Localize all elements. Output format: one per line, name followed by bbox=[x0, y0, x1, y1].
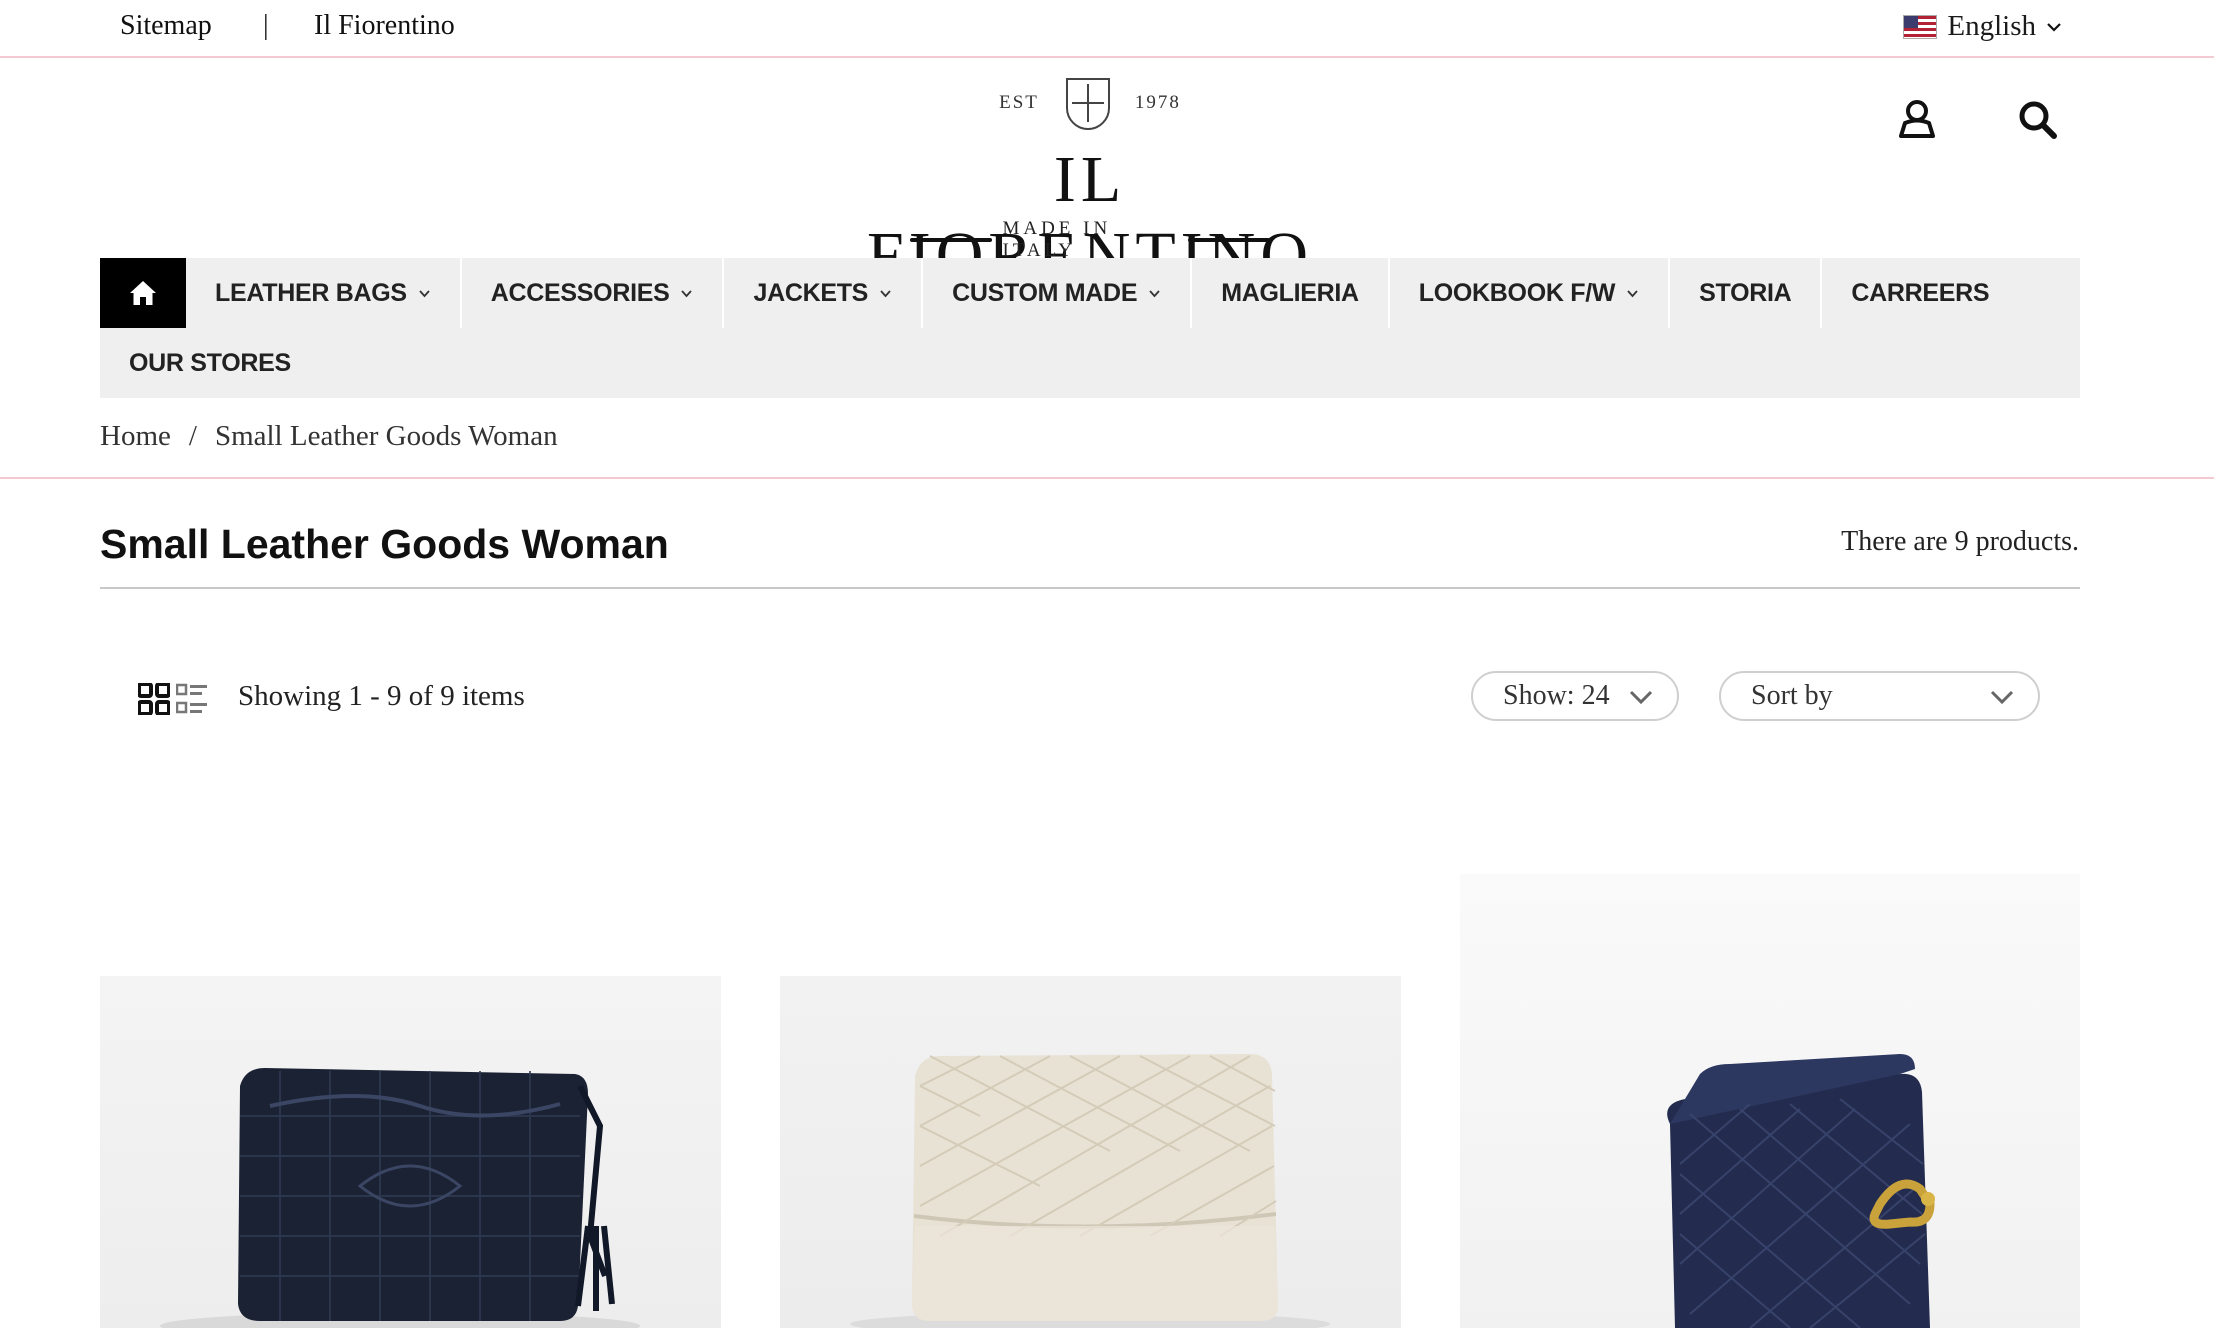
home-icon bbox=[130, 281, 156, 305]
main-nav: LEATHER BAGS ACCESSORIES JACKETS CUSTOM … bbox=[100, 258, 2080, 398]
sitemap-link[interactable]: Sitemap bbox=[120, 10, 212, 42]
divider bbox=[0, 477, 2214, 479]
chevron-down-icon bbox=[1990, 690, 2014, 704]
chevron-down-icon bbox=[681, 289, 693, 297]
brand-link[interactable]: Il Fiorentino bbox=[314, 10, 455, 42]
top-bar: Sitemap | Il Fiorentino English bbox=[0, 0, 2214, 58]
breadcrumb-current: Small Leather Goods Woman bbox=[214, 420, 558, 452]
breadcrumb-separator: / bbox=[188, 420, 197, 452]
logo-year: 1978 bbox=[1134, 92, 1181, 113]
chevron-down-icon bbox=[419, 289, 430, 297]
home-nav-button[interactable] bbox=[100, 258, 186, 328]
nav-label: STORIA bbox=[1699, 278, 1792, 307]
chevron-down-icon bbox=[1629, 690, 1653, 704]
language-selector[interactable]: English bbox=[1903, 10, 2062, 43]
chevron-down-icon bbox=[1149, 289, 1160, 297]
logo-est: EST bbox=[999, 92, 1039, 113]
search-icon[interactable] bbox=[2014, 96, 2062, 144]
nav-lookbook[interactable]: LOOKBOOK F/W bbox=[1390, 258, 1671, 328]
nav-label: CARREERS bbox=[1851, 278, 1990, 307]
nav-carreers[interactable]: CARREERS bbox=[1822, 258, 2018, 328]
nav-our-stores[interactable]: OUR STORES bbox=[100, 328, 320, 398]
nav-label: CUSTOM MADE bbox=[952, 278, 1138, 307]
language-label: English bbox=[1947, 10, 2036, 42]
product-image-quilted-clutch[interactable] bbox=[100, 976, 721, 1328]
showing-items-text: Showing 1 - 9 of 9 items bbox=[238, 680, 525, 712]
nav-label: ACCESSORIES bbox=[490, 278, 670, 307]
chevron-down-icon bbox=[2047, 22, 2061, 32]
site-logo[interactable]: EST 1978 IL FIORENTINO MADE IN ITALY bbox=[830, 70, 1350, 292]
user-icon[interactable] bbox=[1893, 96, 1941, 144]
title-divider bbox=[100, 587, 2080, 589]
topbar-separator: | bbox=[263, 10, 269, 41]
breadcrumb: Home / Small Leather Goods Woman bbox=[100, 420, 558, 453]
nav-storia[interactable]: STORIA bbox=[1670, 258, 1823, 328]
page-title: Small Leather Goods Woman bbox=[100, 521, 669, 567]
nav-label: OUR STORES bbox=[129, 348, 291, 377]
show-select-value: Show: 24 bbox=[1503, 680, 1610, 711]
list-view-icon[interactable] bbox=[175, 683, 208, 715]
chevron-down-icon bbox=[880, 289, 891, 297]
nav-leather-bags[interactable]: LEATHER BAGS bbox=[186, 258, 462, 328]
nav-accessories[interactable]: ACCESSORIES bbox=[462, 258, 725, 328]
nav-maglieria[interactable]: MAGLIERIA bbox=[1192, 258, 1390, 328]
chevron-down-icon bbox=[1627, 289, 1638, 297]
grid-view-icon[interactable] bbox=[137, 682, 171, 716]
nav-label: MAGLIERIA bbox=[1221, 278, 1359, 307]
sort-select-value: Sort by bbox=[1751, 680, 1833, 711]
show-per-page-select[interactable]: Show: 24 bbox=[1471, 671, 1679, 721]
sort-by-select[interactable]: Sort by bbox=[1719, 671, 2040, 721]
nav-label: JACKETS bbox=[753, 278, 869, 307]
product-image-navy-wallet[interactable] bbox=[1460, 874, 2080, 1328]
nav-label: LOOKBOOK F/W bbox=[1418, 278, 1616, 307]
nav-jackets[interactable]: JACKETS bbox=[724, 258, 924, 328]
product-count: There are 9 products. bbox=[1841, 526, 2079, 557]
product-image-woven-clutch[interactable] bbox=[780, 976, 1401, 1328]
us-flag-icon bbox=[1903, 14, 1938, 39]
crest-icon bbox=[1066, 78, 1110, 130]
nav-custom-made[interactable]: CUSTOM MADE bbox=[923, 258, 1193, 328]
breadcrumb-home[interactable]: Home bbox=[100, 420, 171, 453]
nav-label: LEATHER BAGS bbox=[215, 278, 407, 307]
logo-tagline: MADE IN ITALY bbox=[1002, 218, 1112, 261]
